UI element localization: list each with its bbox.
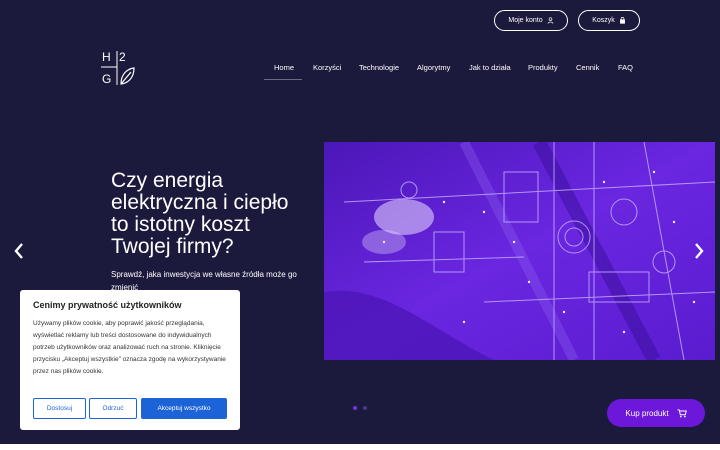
cookie-customize-button[interactable]: Dostosuj [33,398,86,419]
slider-dot-1[interactable] [353,406,357,410]
nav-benefits[interactable]: Korzyści [313,63,341,72]
logo-mark: H 2 G [101,50,135,86]
hero-image-industrial-aerial [324,142,715,360]
slider-next-arrow-icon[interactable] [692,241,706,261]
nav-products[interactable]: Produkty [528,63,558,72]
nav-algorithms[interactable]: Algorytmy [417,63,450,72]
user-icon [547,17,553,24]
page-bottom-edge [0,444,720,450]
my-account-button[interactable]: Moje konto [494,10,568,31]
buy-product-button[interactable]: Kup produkt [607,399,705,427]
leaf-icon [120,67,135,85]
slider-prev-arrow-icon[interactable] [12,241,26,261]
nav-how-it-works[interactable]: Jak to działa [469,63,511,72]
hero-title: Czy energia elektryczna i ciepło to isto… [111,169,289,258]
nav-faq[interactable]: FAQ [618,63,633,72]
nav-active-underline [264,79,302,80]
cookie-reject-button[interactable]: Odrzuć [89,398,137,419]
nav-pricing[interactable]: Cennik [576,63,599,72]
cart-icon [677,408,687,417]
nav-technologies[interactable]: Technologie [359,63,399,72]
cookie-title: Cenimy prywatność użytkowników [33,300,182,310]
slider-dot-2[interactable] [363,406,367,410]
cart-button[interactable]: Koszyk [578,10,640,31]
cookie-accept-all-button[interactable]: Akceptuj wszystko [141,398,227,419]
shopping-bag-icon [619,17,625,24]
nav-home[interactable]: Home [274,63,294,72]
my-account-label: Moje konto [508,17,543,24]
buy-product-label: Kup produkt [625,408,669,418]
logo-letter-h: H [102,50,111,64]
logo-letter-2: 2 [119,50,126,64]
cookie-consent-banner: Cenimy prywatność użytkowników Używamy p… [20,290,240,430]
h2g-logo[interactable]: H 2 G [100,48,136,88]
logo-letter-g: G [102,72,111,86]
cookie-text: Używamy plików cookie, aby poprawić jako… [33,320,226,375]
cart-label: Koszyk [592,17,615,24]
